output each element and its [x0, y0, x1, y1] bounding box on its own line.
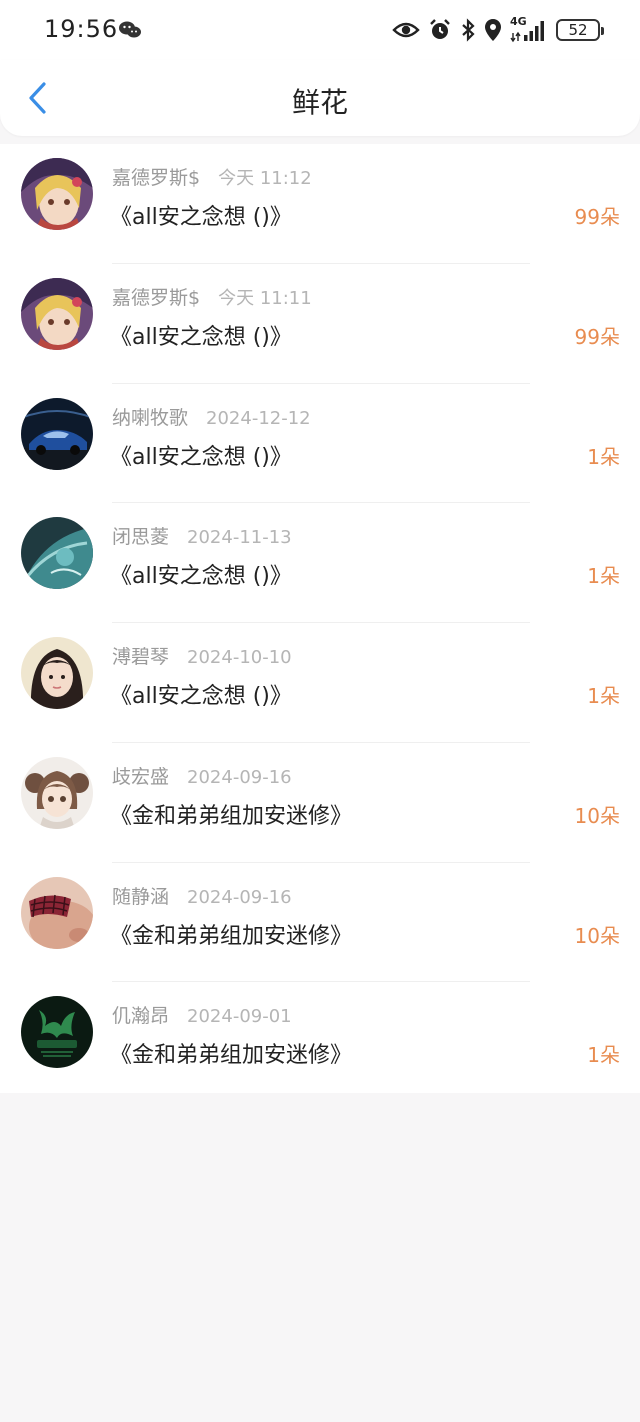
- plaid-photo-avatar: [21, 876, 93, 949]
- bluetooth-icon: [460, 18, 476, 42]
- timestamp: 今天 11:12: [218, 168, 312, 189]
- timestamp: 2024-12-12: [206, 407, 311, 429]
- avatar[interactable]: [21, 876, 93, 949]
- user-name: 仉瀚昂: [112, 1005, 170, 1028]
- flower-list: 嘉德罗斯$ 今天 11:12 《all安之念想 ()》 99朵 嘉德罗斯$ 今天…: [0, 144, 640, 1093]
- flower-count: 99朵: [574, 324, 620, 349]
- book-title: 《all安之念想 ()》: [110, 564, 292, 590]
- user-name: 闭思菱: [112, 526, 170, 549]
- teal-abstract-avatar: [21, 517, 93, 590]
- timestamp: 今天 11:11: [218, 287, 312, 309]
- user-name: 嘉德罗斯$: [112, 286, 201, 309]
- list-item[interactable]: 歧宏盛 2024-09-16 《金和弟弟组加安迷修》 10朵: [0, 743, 640, 863]
- list-item[interactable]: 嘉德罗斯$ 今天 11:11 《all安之念想 ()》 99朵: [0, 264, 640, 384]
- avatar[interactable]: [21, 158, 93, 230]
- avatar[interactable]: [21, 756, 93, 829]
- flower-count: 10朵: [574, 803, 620, 828]
- list-item[interactable]: 溥碧琴 2024-10-10 《all安之念想 ()》 1朵: [0, 623, 640, 743]
- list-item[interactable]: 嘉德罗斯$ 今天 11:12 《all安之念想 ()》 99朵: [0, 144, 640, 264]
- signal-4g-icon: 4G: [510, 15, 548, 43]
- timestamp: 2024-09-16: [187, 886, 292, 908]
- avatar[interactable]: [21, 397, 93, 470]
- anime-girl-avatar: [21, 277, 93, 350]
- timestamp: 2024-09-16: [187, 766, 292, 788]
- page-title: 鲜花: [291, 86, 348, 119]
- book-title: 《all安之念想 ()》: [110, 444, 292, 470]
- book-title: 《all安之念想 ()》: [110, 205, 292, 230]
- dark-green-logo-avatar: [21, 996, 93, 1069]
- book-title: 《all安之念想 ()》: [110, 684, 292, 709]
- flower-count: 1朵: [587, 684, 620, 708]
- status-time: 19:56: [44, 15, 119, 43]
- list-item[interactable]: 随静涵 2024-09-16 《金和弟弟组加安迷修》 10朵: [0, 863, 640, 983]
- flower-count: 99朵: [574, 205, 620, 229]
- avatar[interactable]: [21, 637, 93, 709]
- status-icons: 4G 52: [392, 15, 604, 44]
- avatar[interactable]: [21, 277, 93, 350]
- flower-count: 1朵: [587, 444, 620, 469]
- eye-icon: [392, 20, 420, 40]
- book-title: 《金和弟弟组加安迷修》: [110, 1043, 353, 1069]
- anime-girl-pigtails-avatar: [21, 756, 93, 829]
- timestamp: 2024-09-01: [187, 1006, 292, 1028]
- list-item[interactable]: 仉瀚昂 2024-09-01 《金和弟弟组加安迷修》 1朵: [0, 982, 640, 1102]
- book-title: 《all安之念想 ()》: [110, 324, 292, 350]
- alarm-icon: [428, 18, 452, 42]
- user-name: 歧宏盛: [112, 765, 170, 788]
- avatar[interactable]: [21, 517, 93, 590]
- anime-girl-avatar: [21, 158, 93, 230]
- battery-indicator: 52: [556, 19, 604, 41]
- user-name: 纳喇牧歌: [112, 406, 189, 429]
- status-bar: 19:56 4G 52: [0, 0, 640, 60]
- avatar[interactable]: [21, 996, 93, 1069]
- list-item[interactable]: 纳喇牧歌 2024-12-12 《all安之念想 ()》 1朵: [0, 384, 640, 504]
- wechat-icon: [118, 20, 142, 40]
- girl-photo-avatar: [21, 637, 93, 709]
- timestamp: 2024-10-10: [187, 647, 292, 668]
- location-icon: [484, 18, 502, 42]
- flower-count: 1朵: [587, 1043, 620, 1068]
- user-name: 溥碧琴: [112, 646, 170, 668]
- header-bar: 鲜花: [0, 60, 640, 136]
- user-name: 嘉德罗斯$: [112, 167, 201, 189]
- blue-car-avatar: [21, 397, 93, 470]
- book-title: 《金和弟弟组加安迷修》: [110, 923, 353, 949]
- user-name: 随静涵: [112, 885, 170, 908]
- list-item[interactable]: 闭思菱 2024-11-13 《all安之念想 ()》 1朵: [0, 503, 640, 623]
- book-title: 《金和弟弟组加安迷修》: [110, 803, 353, 829]
- flower-count: 10朵: [574, 923, 620, 948]
- flower-count: 1朵: [587, 564, 620, 589]
- timestamp: 2024-11-13: [187, 527, 292, 549]
